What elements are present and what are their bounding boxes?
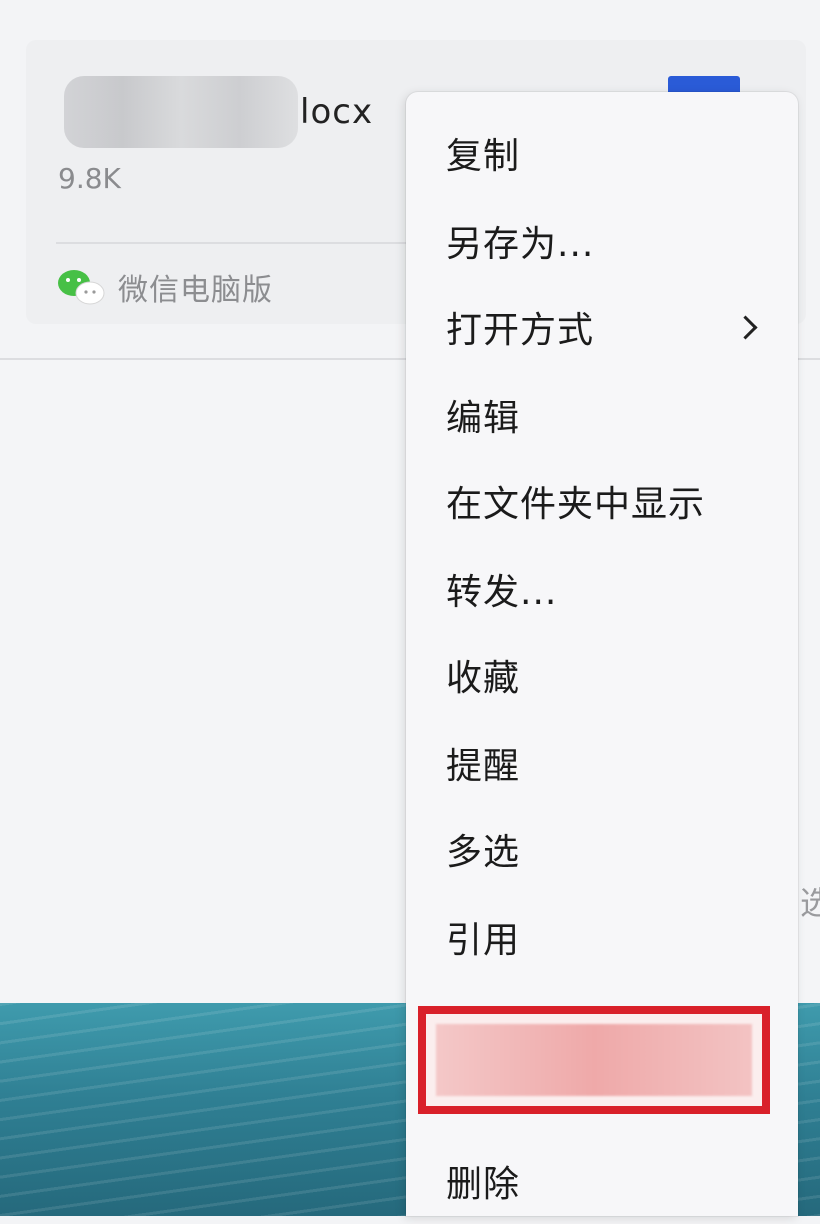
- menu-item-delete[interactable]: 删除: [406, 1138, 798, 1224]
- file-name-row: locx: [64, 76, 373, 148]
- partially-hidden-text: 选: [800, 884, 820, 922]
- menu-item-multi-select[interactable]: 多选: [406, 806, 798, 892]
- highlighted-redacted-menu-item[interactable]: [418, 1006, 770, 1114]
- redacted-fill: [436, 1024, 752, 1096]
- wechat-icon: [56, 267, 108, 307]
- file-source-row: 微信电脑版: [56, 262, 273, 312]
- menu-item-remind[interactable]: 提醒: [406, 720, 798, 806]
- menu-item-save-as[interactable]: 另存为...: [406, 198, 798, 284]
- chevron-right-icon: [733, 314, 758, 340]
- menu-item-show-in-folder[interactable]: 在文件夹中显示: [406, 458, 798, 544]
- file-name-suffix: locx: [300, 92, 374, 132]
- file-name-redacted-block: [64, 76, 298, 148]
- menu-item-quote[interactable]: 引用: [406, 894, 798, 980]
- menu-item-forward[interactable]: 转发...: [406, 546, 798, 632]
- menu-item-open-with[interactable]: 打开方式: [406, 284, 798, 370]
- file-size: 9.8K: [58, 162, 121, 195]
- source-label: 微信电脑版: [118, 273, 273, 308]
- menu-item-edit[interactable]: 编辑: [406, 372, 798, 458]
- menu-item-favorite[interactable]: 收藏: [406, 632, 798, 718]
- card-divider: [56, 242, 416, 244]
- menu-item-copy[interactable]: 复制: [406, 110, 798, 196]
